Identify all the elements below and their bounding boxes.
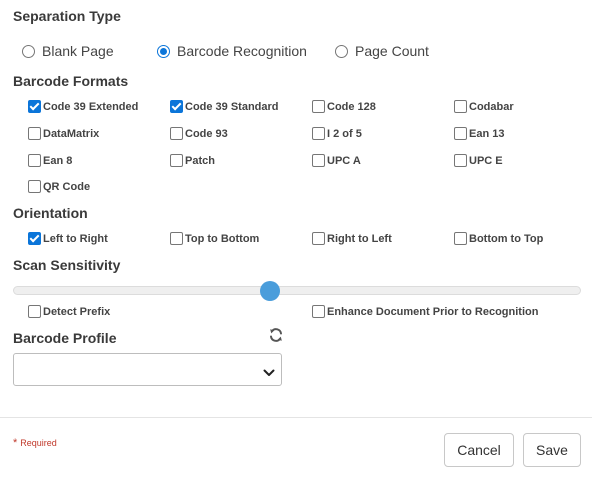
save-button[interactable]: Save xyxy=(523,433,581,467)
checkbox-label: Code 128 xyxy=(327,100,376,113)
checkbox-box[interactable] xyxy=(28,232,41,245)
sensitivity-slider-thumb[interactable] xyxy=(259,281,280,301)
checkbox-label: DataMatrix xyxy=(43,127,100,140)
checkbox-code-93[interactable]: Code 93 xyxy=(170,127,228,140)
checkbox-box[interactable] xyxy=(170,127,183,140)
checkbox-code-39-extended[interactable]: Code 39 Extended xyxy=(28,100,138,113)
checkbox-box[interactable] xyxy=(312,232,325,245)
checkbox-box[interactable] xyxy=(170,100,183,113)
checkbox-box[interactable] xyxy=(312,305,325,318)
checkbox-label: Detect Prefix xyxy=(43,305,111,318)
checkbox-left-to-right[interactable]: Left to Right xyxy=(28,232,108,245)
required-marker: * xyxy=(13,437,18,449)
checkbox-label: Ean 8 xyxy=(43,154,73,167)
checkbox-label: Enhance Document Prior to Recognition xyxy=(327,305,539,318)
checkbox-label: Code 39 Extended xyxy=(43,100,139,113)
checkbox-qr-code[interactable]: QR Code xyxy=(28,180,90,193)
checkbox-box[interactable] xyxy=(312,154,325,167)
sensitivity-slider-track[interactable] xyxy=(13,286,581,295)
checkbox-upc-e[interactable]: UPC E xyxy=(454,154,503,167)
radio-label: Page Count xyxy=(355,43,429,59)
checkbox-datamatrix[interactable]: DataMatrix xyxy=(28,127,99,140)
checkbox-ean-13[interactable]: Ean 13 xyxy=(454,127,504,140)
checkbox-label: Ean 13 xyxy=(469,127,505,140)
barcode-profile-select[interactable] xyxy=(13,353,282,386)
checkbox-box[interactable] xyxy=(454,100,467,113)
checkbox-box[interactable] xyxy=(454,232,467,245)
radio-indicator[interactable] xyxy=(22,44,35,58)
radio-label: Barcode Recognition xyxy=(177,43,307,59)
footer-divider xyxy=(0,417,592,418)
radio-label: Blank Page xyxy=(42,43,114,59)
checkbox-i-2-of-5[interactable]: I 2 of 5 xyxy=(312,127,362,140)
checkbox-code-128[interactable]: Code 128 xyxy=(312,100,376,113)
checkbox-right-to-left[interactable]: Right to Left xyxy=(312,232,392,245)
checkbox-patch[interactable]: Patch xyxy=(170,154,215,167)
checkbox-box[interactable] xyxy=(454,154,467,167)
checkbox-box[interactable] xyxy=(28,100,41,113)
checkbox-box[interactable] xyxy=(28,305,41,318)
orientation-title: Orientation xyxy=(13,205,88,221)
checkbox-label: Code 93 xyxy=(185,127,228,140)
required-label: Required xyxy=(20,438,57,448)
checkbox-label: Codabar xyxy=(469,100,514,113)
cancel-button[interactable]: Cancel xyxy=(444,433,514,467)
checkbox-top-to-bottom[interactable]: Top to Bottom xyxy=(170,232,259,245)
checkbox-label: Left to Right xyxy=(43,232,108,245)
checkbox-box[interactable] xyxy=(454,127,467,140)
checkbox-detect-prefix[interactable]: Detect Prefix xyxy=(28,305,110,318)
required-note: * Required xyxy=(13,437,57,449)
checkbox-box[interactable] xyxy=(28,127,41,140)
checkbox-label: UPC E xyxy=(469,154,503,167)
radio-barcode-recognition[interactable]: Barcode Recognition xyxy=(157,43,307,59)
checkbox-label: Patch xyxy=(185,154,215,167)
checkbox-box[interactable] xyxy=(312,127,325,140)
checkbox-enhance-document[interactable]: Enhance Document Prior to Recognition xyxy=(312,305,538,318)
barcode-formats-title: Barcode Formats xyxy=(13,73,129,89)
checkbox-bottom-to-top[interactable]: Bottom to Top xyxy=(454,232,543,245)
checkbox-codabar[interactable]: Codabar xyxy=(454,100,514,113)
checkbox-box[interactable] xyxy=(170,232,183,245)
checkbox-box[interactable] xyxy=(312,100,325,113)
checkbox-label: I 2 of 5 xyxy=(327,127,362,140)
checkbox-code-39-standard[interactable]: Code 39 Standard xyxy=(170,100,279,113)
checkbox-upc-a[interactable]: UPC A xyxy=(312,154,361,167)
checkbox-label: Right to Left xyxy=(327,232,392,245)
refresh-icon[interactable] xyxy=(268,327,284,343)
separation-type-title: Separation Type xyxy=(13,8,121,24)
checkbox-label: UPC A xyxy=(327,154,361,167)
checkbox-label: Bottom to Top xyxy=(469,232,544,245)
checkbox-label: Code 39 Standard xyxy=(185,100,279,113)
radio-indicator[interactable] xyxy=(335,44,348,58)
chevron-down-icon xyxy=(263,365,275,383)
radio-blank-page[interactable]: Blank Page xyxy=(22,43,114,59)
checkbox-box[interactable] xyxy=(28,180,41,193)
barcode-profile-title: Barcode Profile xyxy=(13,330,117,346)
radio-indicator[interactable] xyxy=(157,44,170,58)
scan-sensitivity-title: Scan Sensitivity xyxy=(13,257,121,273)
checkbox-label: QR Code xyxy=(43,180,91,193)
checkbox-label: Top to Bottom xyxy=(185,232,260,245)
checkbox-ean-8[interactable]: Ean 8 xyxy=(28,154,72,167)
radio-page-count[interactable]: Page Count xyxy=(335,43,429,59)
checkbox-box[interactable] xyxy=(28,154,41,167)
checkbox-box[interactable] xyxy=(170,154,183,167)
